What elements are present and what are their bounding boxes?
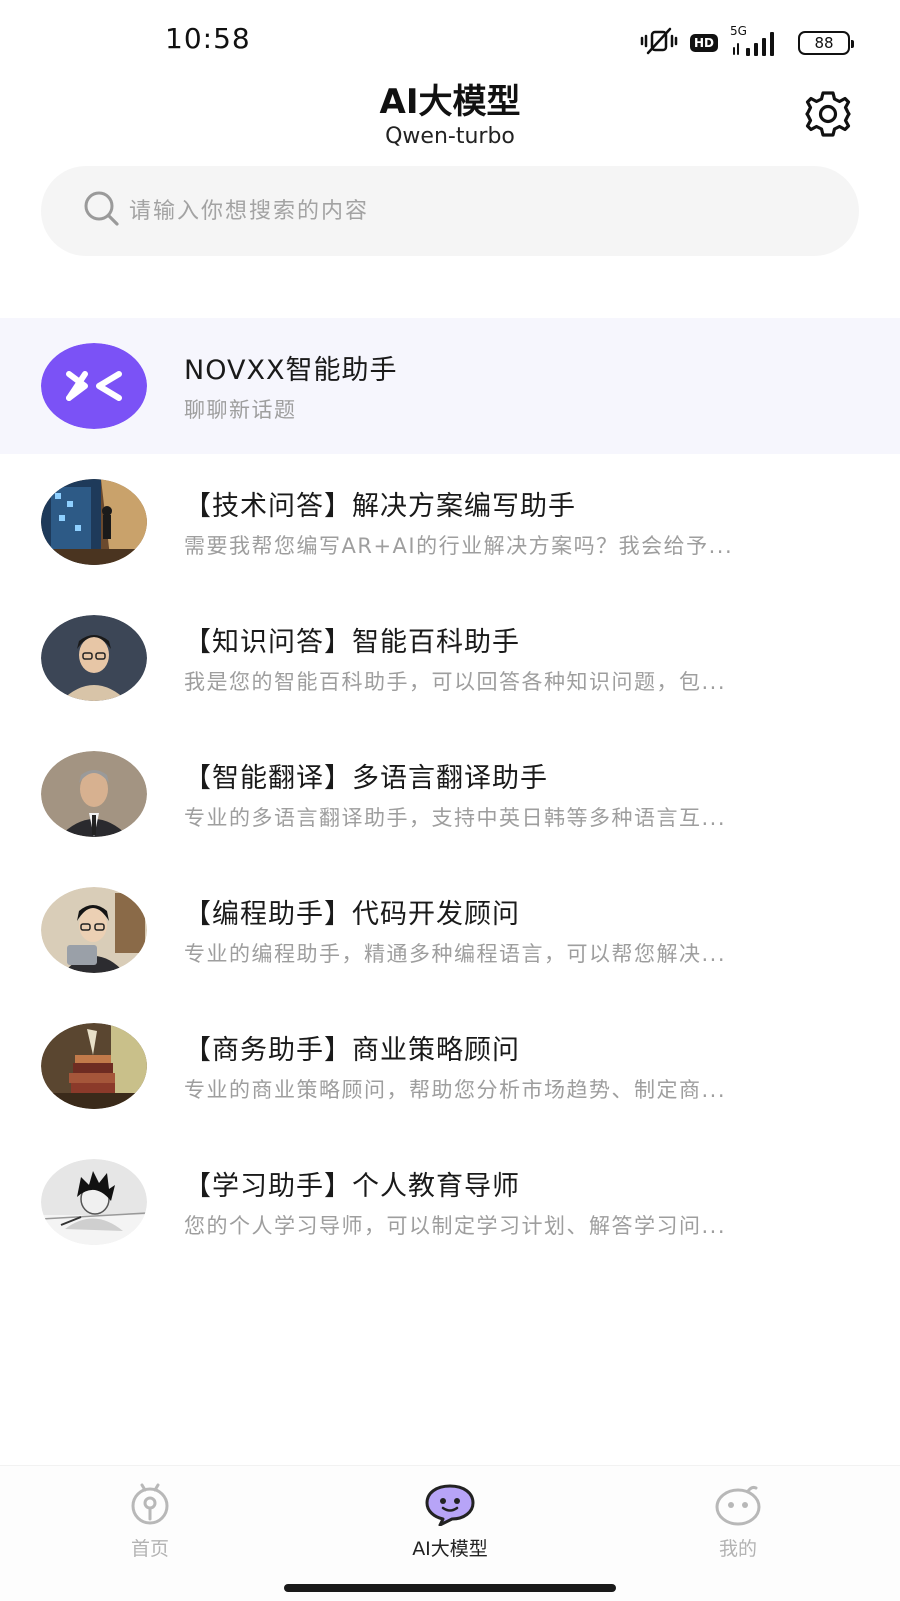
item-title: 【学习助手】个人教育导师: [184, 1171, 520, 1202]
item-desc: 专业的多语言翻译助手，支持中英日韩等多种语言互...: [184, 806, 727, 830]
list-item-coding[interactable]: 【编程助手】代码开发顾问 专业的编程助手，精通多种编程语言，可以帮您解决...: [0, 862, 900, 998]
avatar: [41, 887, 147, 973]
search-input[interactable]: [127, 197, 811, 225]
bottom-nav: 首页 AI大模型 我的: [0, 1465, 900, 1601]
hd-badge: HD: [689, 34, 718, 52]
item-desc: 专业的编程助手，精通多种编程语言，可以帮您解决...: [184, 942, 727, 966]
chat-bot-icon: [424, 1482, 476, 1530]
vibrate-mute-icon: [640, 26, 678, 60]
model-name: Qwen-turbo: [385, 124, 515, 149]
item-desc: 聊聊新话题: [184, 398, 297, 422]
avatar: [41, 751, 147, 837]
item-title: 【商务助手】商业策略顾问: [184, 1035, 520, 1066]
home-indicator[interactable]: [284, 1584, 616, 1592]
novxx-logo: [41, 343, 147, 429]
nav-profile[interactable]: 我的: [658, 1482, 818, 1561]
home-icon: [124, 1482, 176, 1530]
signal-icon: 5G: [730, 24, 786, 58]
status-icons: HD 5G 88: [640, 24, 854, 60]
nav-label: 首页: [130, 1538, 169, 1560]
status-time: 10:58: [165, 22, 251, 55]
page-title: AI大模型: [379, 82, 521, 122]
nav-label: AI大模型: [412, 1538, 488, 1560]
list-item-learning[interactable]: 【学习助手】个人教育导师 您的个人学习导师，可以制定学习计划、解答学习问...: [0, 1134, 900, 1270]
item-title: 【技术问答】解决方案编写助手: [184, 491, 576, 522]
battery-indicator: 88: [798, 31, 854, 55]
list-item-translation[interactable]: 【智能翻译】多语言翻译助手 专业的多语言翻译助手，支持中英日韩等多种语言互...: [0, 726, 900, 862]
search-bar[interactable]: [41, 166, 859, 256]
avatar: [41, 1023, 147, 1109]
profile-face-icon: [712, 1482, 764, 1530]
search-icon: [83, 190, 121, 232]
list-item-novxx[interactable]: NOVXX智能助手 聊聊新话题: [0, 318, 900, 454]
settings-button[interactable]: [800, 88, 856, 144]
item-desc: 需要我帮您编写AR+AI的行业解决方案吗？我会给予...: [184, 534, 734, 558]
item-desc: 专业的商业策略顾问，帮助您分析市场趋势、制定商...: [184, 1078, 727, 1102]
nav-ai-model[interactable]: AI大模型: [370, 1482, 530, 1561]
item-title: 【智能翻译】多语言翻译助手: [184, 763, 548, 794]
item-title: NOVXX智能助手: [184, 355, 398, 386]
list-item-tech-qa[interactable]: 【技术问答】解决方案编写助手 需要我帮您编写AR+AI的行业解决方案吗？我会给予…: [0, 454, 900, 590]
item-desc: 我是您的智能百科助手，可以回答各种知识问题，包...: [184, 670, 727, 694]
status-bar: 10:58 HD 5G 88: [0, 0, 900, 80]
avatar: [41, 1159, 147, 1245]
avatar: [41, 479, 147, 565]
item-desc: 您的个人学习导师，可以制定学习计划、解答学习问...: [184, 1214, 727, 1238]
list-item-knowledge-qa[interactable]: 【知识问答】智能百科助手 我是您的智能百科助手，可以回答各种知识问题，包...: [0, 590, 900, 726]
assistant-list: NOVXX智能助手 聊聊新话题 【技术问答】解决方案编写助手 需要我帮您编写AR…: [0, 318, 900, 1270]
gear-icon: [803, 89, 853, 143]
nav-home[interactable]: 首页: [70, 1482, 230, 1561]
item-title: 【编程助手】代码开发顾问: [184, 899, 520, 930]
avatar: [41, 615, 147, 701]
list-item-business[interactable]: 【商务助手】商业策略顾问 专业的商业策略顾问，帮助您分析市场趋势、制定商...: [0, 998, 900, 1134]
nav-label: 我的: [718, 1538, 757, 1560]
item-title: 【知识问答】智能百科助手: [184, 627, 520, 658]
